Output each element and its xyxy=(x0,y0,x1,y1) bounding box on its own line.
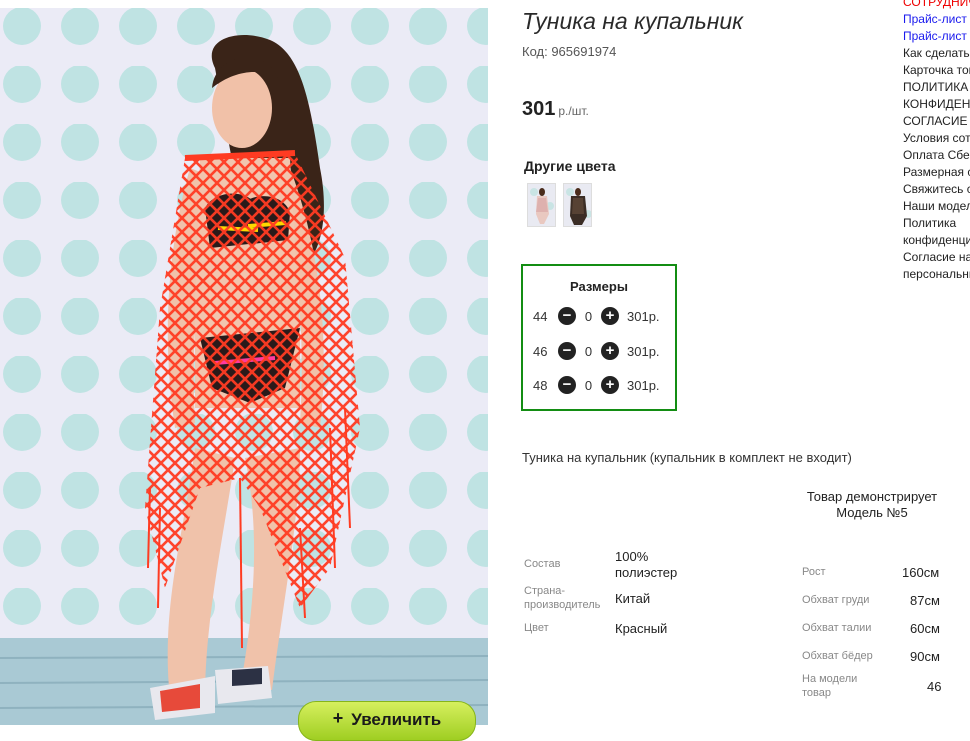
size-row: 46 − 0 + 301р. xyxy=(533,341,660,361)
quantity-value[interactable]: 0 xyxy=(576,378,601,393)
size-row: 44 − 0 + 301р. xyxy=(533,306,660,326)
color-swatch-1-image xyxy=(530,188,554,224)
minus-icon[interactable]: − xyxy=(558,376,576,394)
model-param-label: Обхват бёдер xyxy=(802,650,873,662)
product-photo[interactable] xyxy=(0,8,488,725)
side-menu-item[interactable]: КОНФИДЕНЦИАЛЬНОСТИ xyxy=(903,96,970,113)
size-label: 48 xyxy=(533,377,548,393)
side-menu-item[interactable]: Как сделать заказ xyxy=(903,45,970,62)
plus-icon[interactable]: + xyxy=(601,342,619,360)
side-menu-item[interactable]: Условия сотрудничества xyxy=(903,130,970,147)
spec-label: Цвет xyxy=(524,622,549,634)
model-param-value: 160см xyxy=(902,565,940,580)
spec-value: Китай xyxy=(615,591,651,606)
model-param-value: 46 xyxy=(927,679,942,694)
zoom-button-label: Увеличить xyxy=(351,710,442,729)
side-menu-item[interactable]: Политика xyxy=(903,215,970,232)
color-swatch-2-image xyxy=(566,188,591,225)
model-param-label: Обхват талии xyxy=(802,622,872,634)
model-param-value: 90см xyxy=(910,649,940,664)
product-code: Код: 965691974 xyxy=(522,44,617,59)
quantity-value[interactable]: 0 xyxy=(576,344,601,359)
side-menu-item[interactable]: Размерная сетка xyxy=(903,164,970,181)
size-price: 301р. xyxy=(627,308,660,324)
spec-value: Красный xyxy=(615,621,668,636)
size-label: 44 xyxy=(533,308,548,324)
side-menu-item[interactable]: СОТРУДНИЧЕСТВО xyxy=(903,0,970,11)
product-description: Туника на купальник (купальник в комплек… xyxy=(522,450,852,465)
size-label: 46 xyxy=(533,343,548,359)
color-swatch-2[interactable] xyxy=(563,183,592,227)
plus-icon[interactable]: + xyxy=(601,376,619,394)
size-price: 301р. xyxy=(627,343,660,359)
sizes-box: Размеры 44 − 0 + 301р. 46 − 0 + 301р. 48… xyxy=(521,264,677,411)
price-unit: р./шт. xyxy=(558,104,589,118)
side-menu-item[interactable]: Наши модели xyxy=(903,198,970,215)
side-menu-item[interactable]: персональных данных xyxy=(903,266,970,283)
side-menu-item[interactable]: Оплата Сбербанк xyxy=(903,147,970,164)
sizes-title: Размеры xyxy=(570,279,628,294)
model-param-value: 87см xyxy=(910,593,940,608)
product-photo-image xyxy=(0,8,488,725)
side-menu-item[interactable]: Карточка товара xyxy=(903,62,970,79)
minus-icon[interactable]: − xyxy=(558,307,576,325)
side-menu-item[interactable]: Прайс-лист xyxy=(903,28,970,45)
spec-label: Состав xyxy=(524,558,561,570)
size-row: 48 − 0 + 301р. xyxy=(533,375,660,395)
model-caption: Товар демонстрирует Модель №5 xyxy=(806,489,938,520)
model-param-label: Рост xyxy=(802,566,826,578)
side-menu-item[interactable]: Прайс-лист xyxy=(903,11,970,28)
spec-label: Страна-производитель xyxy=(524,585,601,611)
minus-icon[interactable]: − xyxy=(558,342,576,360)
side-menu-item[interactable]: СОГЛАСИЕ xyxy=(903,113,970,130)
product-price: 301 р./шт. xyxy=(522,98,589,121)
model-param-value: 60см xyxy=(910,621,940,636)
price-value: 301 xyxy=(522,98,556,120)
other-colors-heading: Другие цвета xyxy=(524,158,616,174)
side-menu-item[interactable]: Свяжитесь с нами xyxy=(903,181,970,198)
color-swatch-1[interactable] xyxy=(527,183,556,227)
quantity-value[interactable]: 0 xyxy=(576,309,601,324)
side-menu-item[interactable]: ПОЛИТИКА xyxy=(903,79,970,96)
model-param-label: На модели товар xyxy=(802,673,858,699)
zoom-button[interactable]: + Увеличить xyxy=(298,701,476,741)
plus-icon: + xyxy=(332,708,344,728)
side-menu: СОТРУДНИЧЕСТВО Прайс-лист Прайс-лист Как… xyxy=(903,0,970,283)
model-param-label: Обхват груди xyxy=(802,594,870,606)
spec-value: 100% полиэстер xyxy=(615,549,678,580)
side-menu-item[interactable]: Согласие на обработку xyxy=(903,249,970,266)
product-title: Туника на купальник xyxy=(522,8,744,34)
side-menu-item[interactable]: конфиденциальности xyxy=(903,232,970,249)
size-price: 301р. xyxy=(627,377,660,393)
plus-icon[interactable]: + xyxy=(601,307,619,325)
